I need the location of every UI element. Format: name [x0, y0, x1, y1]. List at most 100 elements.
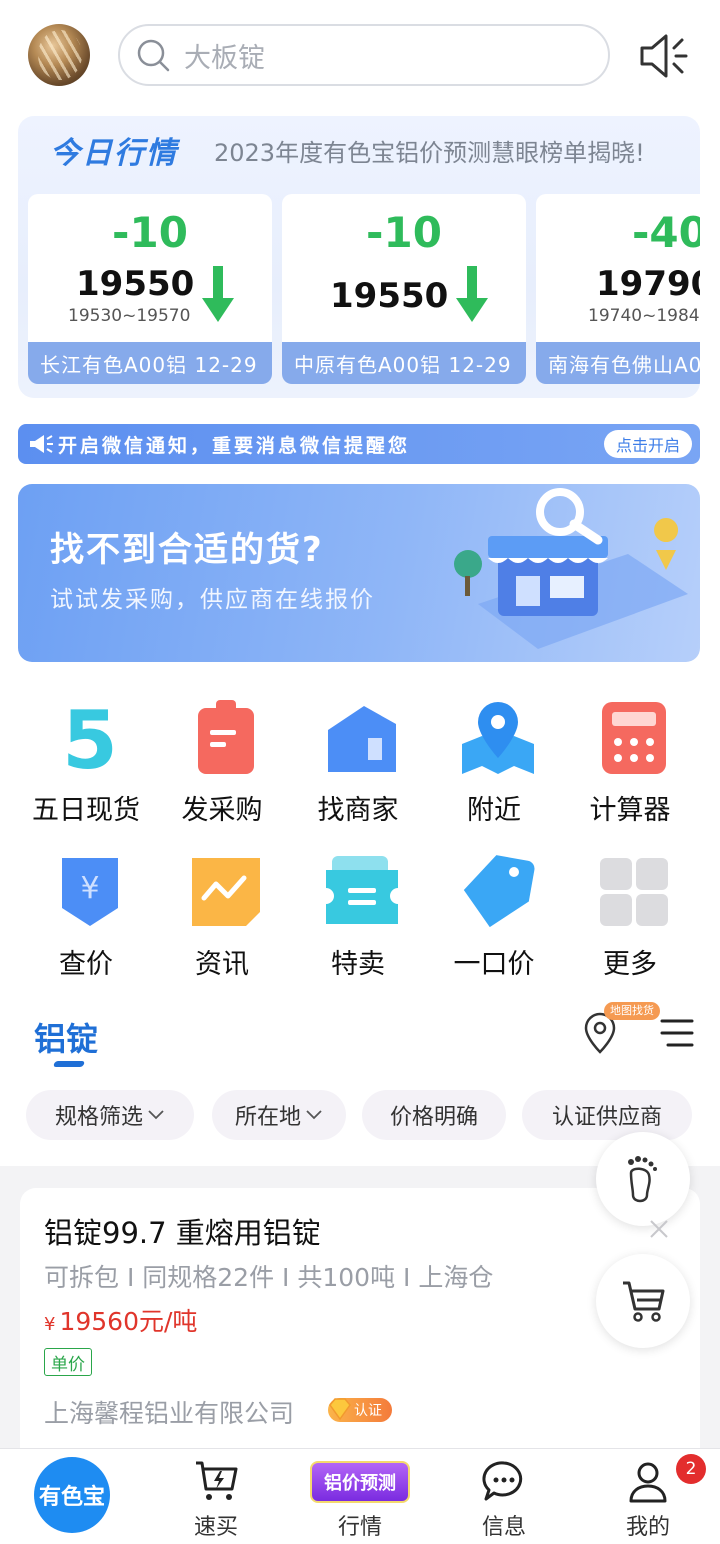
- quick-buy-cart-icon: [196, 1461, 238, 1500]
- user-icon: [629, 1462, 667, 1503]
- banner-title: 找不到合适的货?: [50, 530, 324, 570]
- grid-nearby[interactable]: 附近: [426, 700, 562, 840]
- currency-symbol: ¥: [44, 1314, 56, 1335]
- avatar[interactable]: [28, 24, 90, 86]
- grid-label: 找商家: [317, 795, 399, 826]
- quote-label: 长江有色A00铝 12-29: [28, 342, 272, 384]
- search-icon: [137, 39, 170, 72]
- filter-certified-label: 认证供应商: [551, 1105, 662, 1130]
- speaker-icon[interactable]: [636, 28, 692, 84]
- footprint-icon: [628, 1156, 657, 1203]
- market-news[interactable]: 2023年度有色宝铝价预测慧眼榜单揭晓!: [214, 133, 645, 168]
- svg-text:¥: ¥: [80, 871, 99, 906]
- nav-label: 行情: [337, 1515, 382, 1540]
- nav-label: 信息: [481, 1515, 526, 1540]
- quote-price: 19550: [76, 264, 195, 304]
- product-tags: 可拆包 I 同规格22件 I 共100吨 I 上海仓: [44, 1263, 494, 1292]
- clipboard-icon: [198, 700, 254, 774]
- nav-home[interactable]: 有色宝: [0, 1449, 144, 1544]
- nav-quick-buy[interactable]: 速买: [144, 1449, 288, 1544]
- certified-label: 认证: [354, 1403, 382, 1419]
- grid-special-sale[interactable]: 特卖: [290, 854, 426, 994]
- search-input[interactable]: 大板锭: [118, 24, 610, 86]
- quote-card[interactable]: -10 19550 中原有色A00铝 12-29: [282, 194, 526, 384]
- notification-count-badge: 2: [676, 1454, 706, 1484]
- quote-label: 中原有色A00铝 12-29: [282, 342, 526, 384]
- menu-icon[interactable]: [660, 1016, 694, 1050]
- grid-label: 更多: [603, 949, 657, 980]
- grid-post-purchase[interactable]: 发采购: [154, 700, 290, 840]
- grid-label: 五日现货: [32, 795, 140, 826]
- grid-label: 计算器: [589, 795, 671, 826]
- top-bar: 大板锭: [0, 0, 720, 110]
- nav-market[interactable]: 铝价预测 行情: [288, 1449, 432, 1544]
- cart-icon: [623, 1281, 665, 1322]
- quote-card[interactable]: -40 19790 19740~19840 南海有色佛山A00: [536, 194, 700, 384]
- filter-spec-label: 规格筛选: [54, 1105, 143, 1130]
- company-name[interactable]: 上海馨程铝业有限公司: [44, 1394, 294, 1430]
- quote-change: -10: [366, 208, 442, 257]
- wechat-notice-text: 开启微信通知，重要消息微信提醒您: [58, 434, 411, 457]
- filter-price[interactable]: 价格明确: [362, 1090, 506, 1140]
- market-card: 今日行情 2023年度有色宝铝价预测慧眼榜单揭晓! -10 19550 1953…: [18, 116, 700, 398]
- grid-check-price[interactable]: ¥ 查价: [18, 854, 154, 994]
- quote-range: 19530~19570: [68, 306, 191, 326]
- five-icon: 5: [62, 700, 118, 776]
- chevron-down-icon: [306, 1110, 322, 1120]
- grid-more[interactable]: 更多: [562, 854, 698, 994]
- grid-news[interactable]: 资讯: [154, 854, 290, 994]
- home-logo: 有色宝: [34, 1457, 110, 1533]
- procurement-banner[interactable]: 找不到合适的货? 试试发采购，供应商在线报价: [18, 484, 700, 662]
- grid-label: 特卖: [331, 949, 385, 980]
- store-illustration-icon: [454, 488, 688, 649]
- grid-find-merchants[interactable]: 找商家: [290, 700, 426, 840]
- unit-price-badge: 单价: [44, 1348, 92, 1376]
- quote-price: 19790: [596, 264, 700, 304]
- grid-label: 附近: [467, 795, 521, 826]
- bottom-nav: 有色宝 速买 铝价预测 行情 信息 我的: [0, 1448, 720, 1544]
- quote-price: 19550: [330, 276, 449, 316]
- news-chart-icon: [192, 858, 260, 926]
- price-prediction-badge: 铝价预测: [310, 1461, 410, 1503]
- cart-button[interactable]: [596, 1254, 690, 1348]
- product-price-value: 19560元/吨: [59, 1307, 198, 1336]
- calculator-icon: [602, 702, 666, 774]
- quote-label: 南海有色佛山A00: [536, 342, 700, 384]
- down-arrow-icon: [456, 266, 488, 322]
- wechat-notice[interactable]: 开启微信通知，重要消息微信提醒您 点击开启: [18, 424, 700, 464]
- grid-label: 查价: [59, 949, 113, 980]
- market-title: 今日行情: [50, 136, 178, 171]
- grid-label: 一口价: [453, 949, 535, 980]
- nav-label: 速买: [193, 1515, 238, 1540]
- chevron-down-icon: [148, 1110, 164, 1120]
- grid-label: 资讯: [195, 949, 249, 980]
- filter-location[interactable]: 所在地: [212, 1090, 346, 1140]
- product-title: 铝锭99.7 重熔用铝锭: [44, 1216, 321, 1250]
- down-arrow-icon: [202, 266, 234, 322]
- grid-five-day-spot[interactable]: 5 五日现货: [18, 700, 154, 840]
- product-price: ¥19560元/吨: [44, 1302, 197, 1338]
- yen-shield-icon: ¥: [62, 858, 118, 926]
- map-search-badge: 地图找货: [604, 1002, 660, 1020]
- grid-fixed-price[interactable]: 一口价: [426, 854, 562, 994]
- search-placeholder: 大板锭: [184, 42, 265, 74]
- filter-certified[interactable]: 认证供应商: [522, 1090, 692, 1140]
- filter-price-label: 价格明确: [389, 1105, 478, 1130]
- footprint-button[interactable]: [596, 1132, 690, 1226]
- close-icon[interactable]: [648, 1218, 670, 1240]
- product-card[interactable]: 铝锭99.7 重熔用铝锭 可拆包 I 同规格22件 I 共100吨 I 上海仓 …: [20, 1188, 700, 1448]
- quote-change: -40: [632, 208, 700, 257]
- grid-label: 发采购: [181, 795, 263, 826]
- enable-wechat-button[interactable]: 点击开启: [603, 430, 692, 458]
- chat-bubble-icon: [482, 1461, 523, 1501]
- ticket-icon: [326, 856, 398, 924]
- nav-messages[interactable]: 信息: [432, 1449, 576, 1544]
- certified-badge: 认证: [328, 1398, 392, 1422]
- svg-text:5: 5: [62, 700, 118, 776]
- grid-calculator[interactable]: 计算器: [562, 700, 698, 840]
- diamond-icon: [329, 1398, 351, 1421]
- tab-aluminum-ingot[interactable]: 铝锭: [34, 1014, 98, 1060]
- quote-card[interactable]: -10 19550 19530~19570 长江有色A00铝 12-29: [28, 194, 272, 384]
- filter-spec[interactable]: 规格筛选: [26, 1090, 194, 1140]
- price-tag-icon: [463, 855, 535, 928]
